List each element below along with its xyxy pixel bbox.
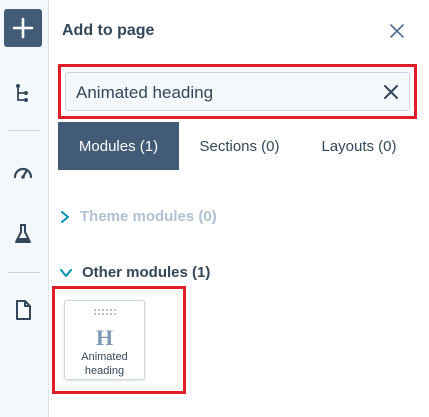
close-icon	[390, 24, 404, 38]
test-button[interactable]	[9, 220, 37, 248]
page-icon	[16, 300, 31, 320]
other-modules-toggle[interactable]: Other modules (1)	[60, 264, 210, 281]
performance-button[interactable]	[9, 157, 37, 185]
speedometer-icon	[13, 167, 33, 179]
search-value: Animated heading	[76, 83, 214, 102]
rail-divider	[8, 130, 40, 131]
add-button[interactable]	[4, 9, 42, 47]
other-modules-label: Other modules (1)	[82, 264, 211, 281]
page-settings-button[interactable]	[9, 296, 37, 324]
chevron-right-icon	[61, 210, 69, 223]
add-to-page-panel: Add to page Animated heading Modules (1)…	[50, 0, 429, 417]
tree-structure-icon	[16, 84, 28, 102]
theme-modules-toggle[interactable]: Theme modules (0)	[60, 208, 217, 225]
close-button[interactable]	[388, 22, 406, 40]
module-card-animated-heading[interactable]: H Animated heading	[64, 300, 145, 380]
tab-modules[interactable]: Modules (1)	[58, 122, 179, 170]
clear-icon	[384, 85, 398, 99]
search-input[interactable]: Animated heading	[65, 72, 410, 111]
module-highlight: H Animated heading	[52, 286, 186, 394]
tab-layouts[interactable]: Layouts (0)	[300, 122, 418, 170]
plus-icon	[12, 17, 34, 39]
search-highlight: Animated heading	[58, 64, 417, 119]
tree-button[interactable]	[9, 79, 37, 107]
drag-handle-icon	[94, 309, 116, 315]
panel-title: Add to page	[62, 22, 155, 39]
left-rail	[0, 0, 49, 417]
theme-modules-label: Theme modules (0)	[80, 208, 217, 225]
heading-icon: H	[95, 325, 114, 350]
flask-icon	[15, 224, 31, 243]
tab-sections[interactable]: Sections (0)	[179, 122, 300, 170]
chevron-down-icon	[60, 268, 72, 277]
rail-divider	[8, 272, 40, 273]
clear-search-button[interactable]	[381, 82, 401, 102]
tab-bar: Modules (1) Sections (0) Layouts (0)	[58, 122, 418, 170]
module-label: Animated heading	[81, 351, 128, 377]
